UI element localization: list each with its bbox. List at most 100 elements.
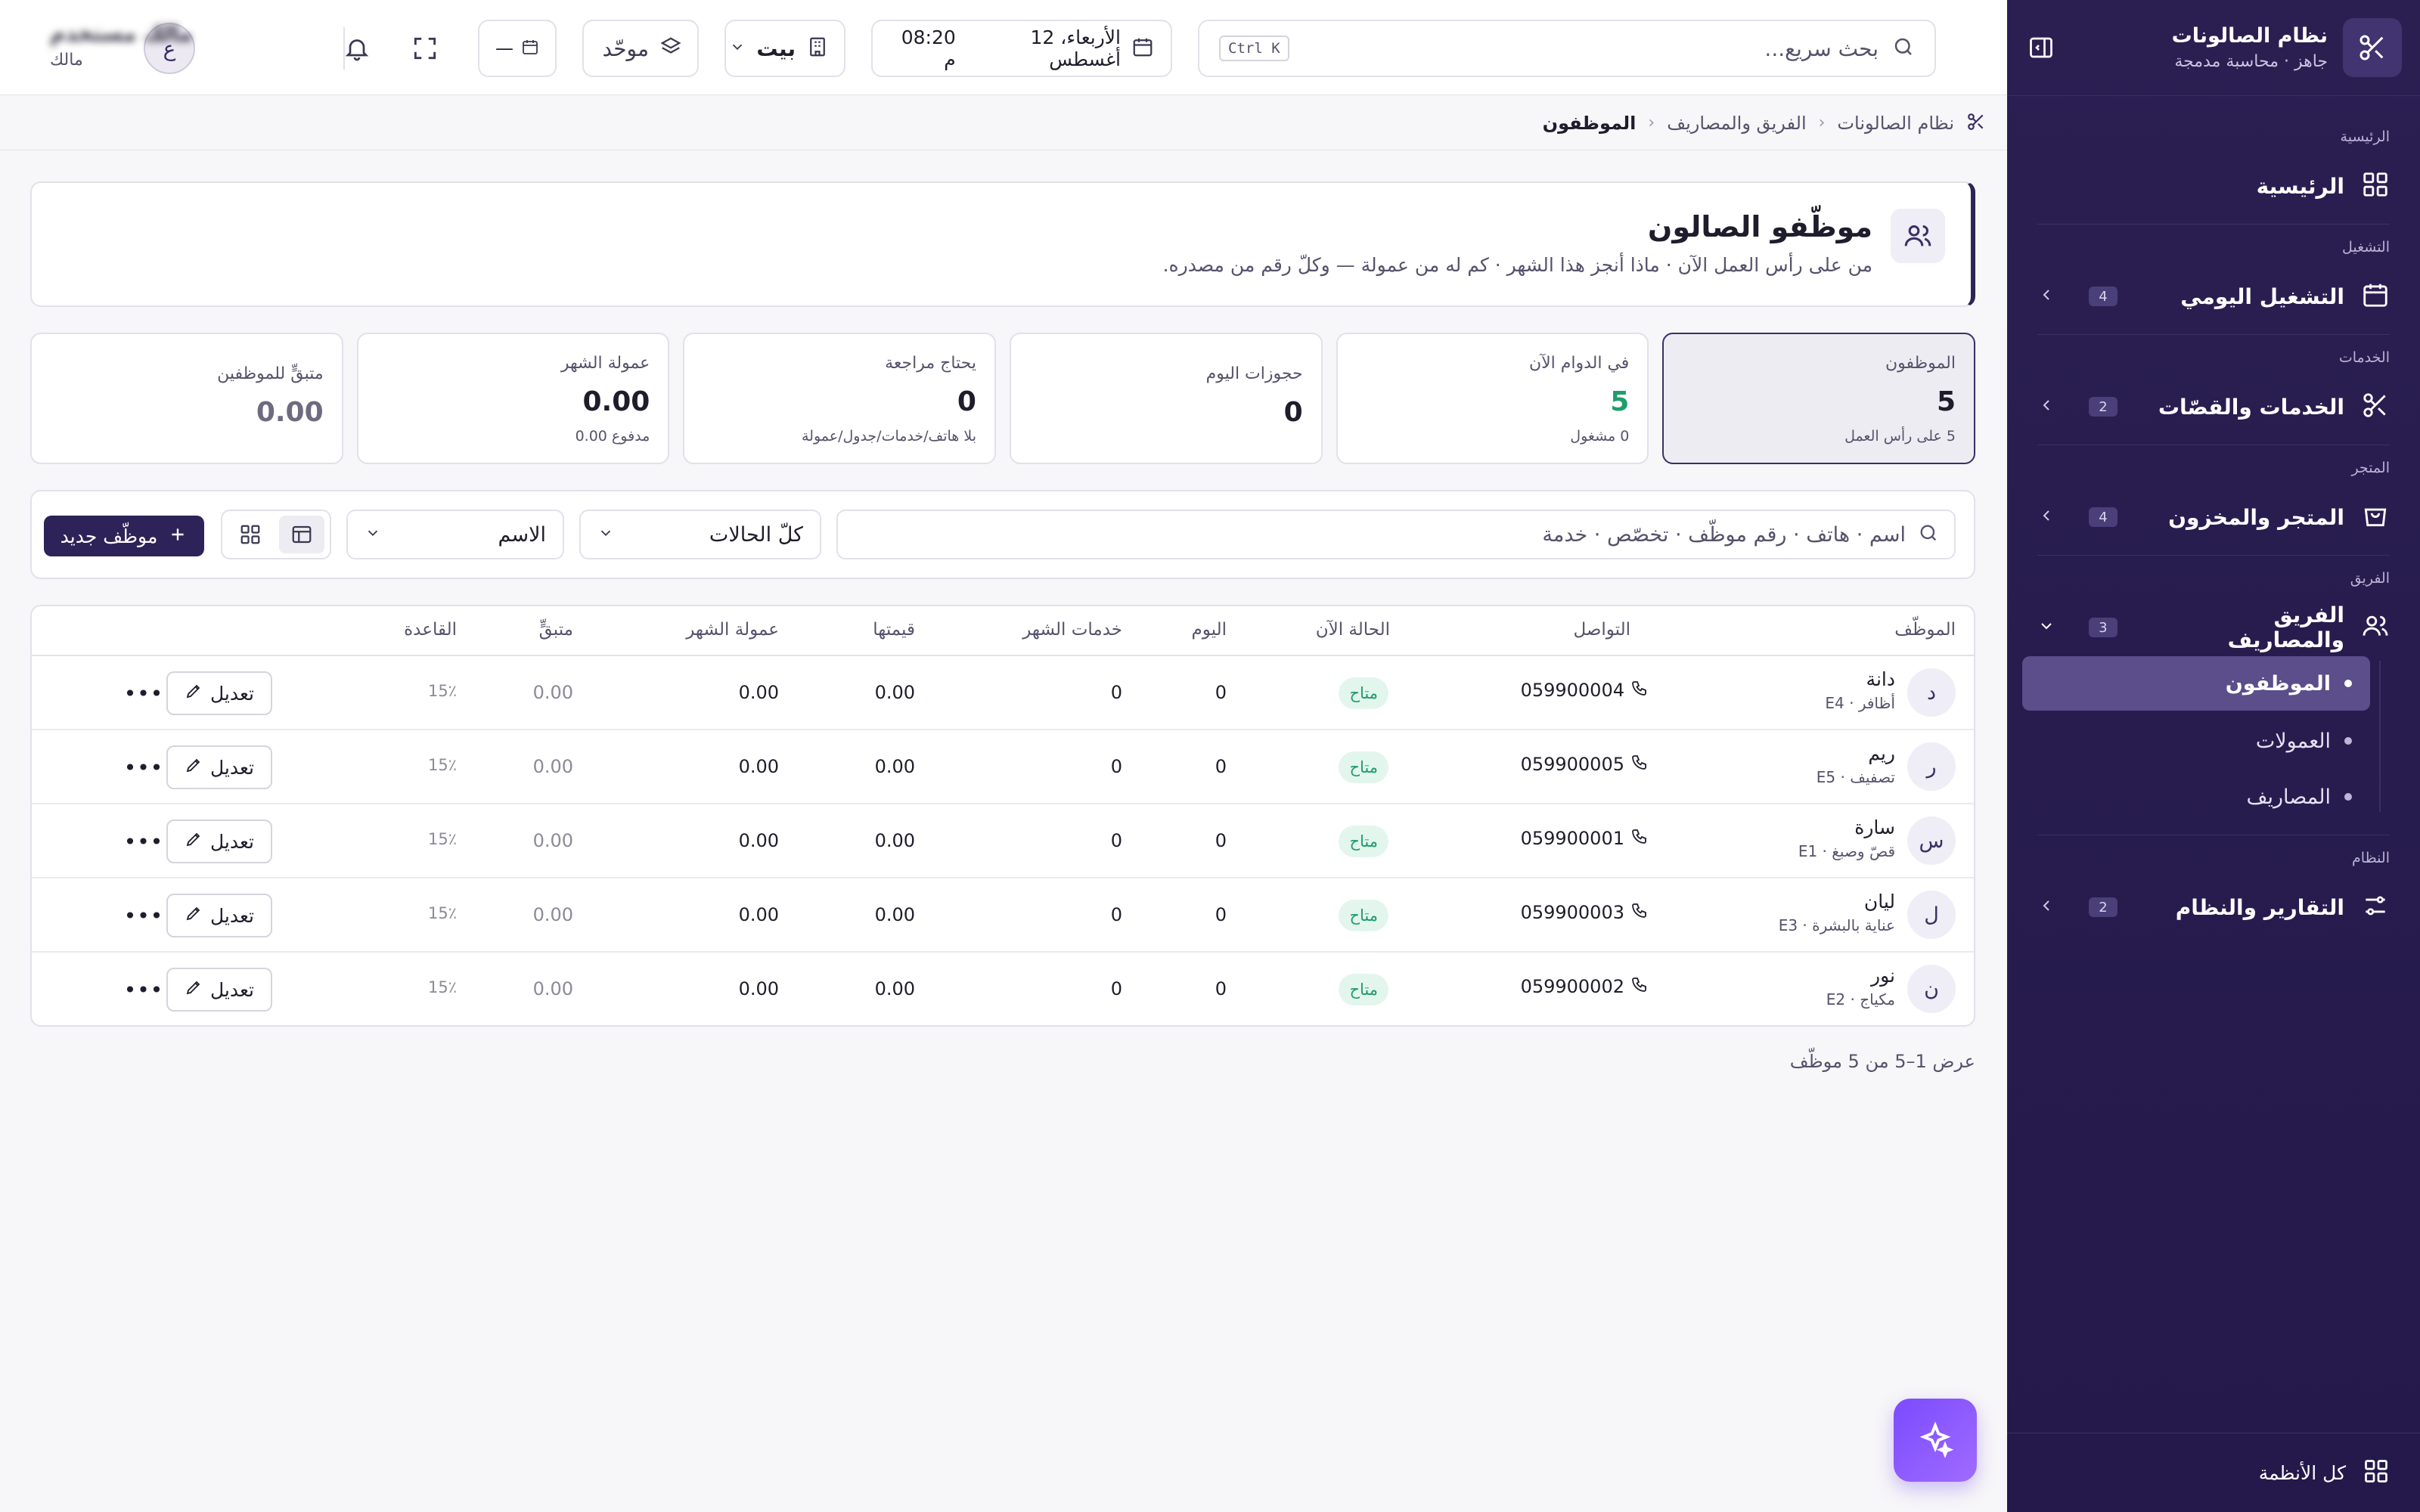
mini-date-picker[interactable]: —	[478, 20, 557, 77]
column-header[interactable]: خدمات الشهر	[1022, 620, 1122, 640]
table-row[interactable]: ر ريم تصفيف · E5 059900005 متاح 0 0 0.00 0.00 0.0…	[32, 730, 1974, 804]
sidebar-item-label: الفريق والمصاريف	[2227, 603, 2344, 652]
kpi-label: الموظفون	[1885, 354, 1956, 373]
phone-number: 059900005	[1520, 754, 1624, 775]
employee-phone[interactable]: 059900004	[1521, 679, 1649, 702]
employee-name[interactable]: ليان	[1864, 891, 1895, 912]
chevron-down-icon	[2037, 617, 2055, 638]
edit-button[interactable]: تعديل	[166, 968, 272, 1012]
new-employee-button[interactable]: موظّف جديد	[44, 516, 204, 556]
sidebar-subitem-expenses[interactable]: المصاريف	[2057, 770, 2370, 824]
breadcrumb-item[interactable]: الفريق والمصاريف	[1667, 113, 1806, 134]
grid-icon	[2363, 1458, 2390, 1488]
column-header[interactable]: اليوم	[1192, 620, 1227, 640]
page-title: موظّفو الصالون	[1647, 210, 1872, 243]
status-badge: متاح	[1339, 751, 1388, 783]
sidebar-item-daily-ops[interactable]: التشغيل اليومي 4	[2037, 275, 2390, 318]
employee-name[interactable]: دانة	[1866, 668, 1895, 690]
more-actions-icon[interactable]: •••	[124, 747, 163, 788]
kpi-employees[interactable]: الموظفون 5 5 على رأس العمل	[1662, 333, 1975, 464]
employee-phone[interactable]: 059900002	[1521, 975, 1649, 998]
sort-select[interactable]: الاسم	[346, 510, 564, 559]
kpi-on-shift[interactable]: في الدوام الآن 5 0 مشغول	[1336, 333, 1649, 464]
quick-search[interactable]: بحث سريع... Ctrl K	[1198, 20, 1936, 77]
branch-select[interactable]: بيت	[724, 20, 845, 77]
status-badge: متاح	[1339, 900, 1388, 931]
kpi-remaining[interactable]: متبقٍّ للموظفين 0.00	[29, 333, 343, 464]
scissors-icon	[2361, 391, 2390, 423]
column-header[interactable]: الموظّف	[1894, 620, 1956, 640]
table-row[interactable]: ن نور مكياج · E2 059900002 متاح 0 0 0.00 0.00 0.0…	[32, 953, 1974, 1025]
sidebar-item-team[interactable]: الفريق والمصاريف 3	[2037, 603, 2390, 652]
employee-name[interactable]: ريم	[1868, 742, 1895, 764]
employee-search-input[interactable]: اسم · هاتف · رقم موظّف · تخصّص · خدمة	[836, 510, 1956, 559]
column-header[interactable]: قيمتها	[873, 620, 915, 640]
fullscreen-icon[interactable]	[401, 24, 449, 73]
kpi-month-commission[interactable]: عمولة الشهر 0.00 مدفوع 0.00	[356, 333, 670, 464]
employee-name[interactable]: سارة	[1854, 816, 1895, 838]
employee-avatar: س	[1907, 816, 1956, 865]
pagination-summary: عرض 1–5 من 5 موظّف	[1789, 1051, 1975, 1072]
table-row[interactable]: ل ليان عناية بالبشرة · E3 059900003 متاح 0 0 0.…	[32, 878, 1974, 953]
column-header[interactable]: متبقٍّ	[539, 620, 573, 640]
divider	[2037, 224, 2390, 225]
calendar-icon	[2361, 280, 2390, 312]
employee-phone[interactable]: 059900001	[1521, 827, 1649, 850]
unified-view-toggle[interactable]: موحّد	[582, 20, 699, 77]
more-actions-icon[interactable]: •••	[124, 969, 163, 1010]
commission-base: 15٪	[427, 904, 457, 922]
more-actions-icon[interactable]: •••	[124, 895, 163, 936]
user-info[interactable]: مالك مستخدم مالك	[50, 21, 254, 70]
table-view-icon[interactable]	[279, 516, 324, 553]
employee-phone[interactable]: 059900003	[1521, 901, 1649, 924]
sidebar-subitem-employees[interactable]: الموظفون	[2022, 656, 2370, 711]
edit-button[interactable]: تعديل	[166, 745, 272, 789]
more-actions-icon[interactable]: •••	[124, 673, 163, 714]
employee-meta: عناية بالبشرة · E3	[1778, 916, 1895, 934]
user-role: مالك	[50, 51, 83, 70]
sidebar-item-label: الرئيسية	[2256, 173, 2344, 199]
month-commission: 0.00	[738, 756, 779, 777]
employee-avatar: د	[1907, 668, 1956, 717]
dot-icon	[2344, 793, 2352, 801]
sidebar-subitem-commissions[interactable]: العمولات	[2057, 714, 2370, 768]
edit-button[interactable]: تعديل	[166, 671, 272, 715]
kpi-needs-review[interactable]: يحتاج مراجعة 0 بلا هاتف/خدمات/جدول/عمولة	[683, 333, 996, 464]
ai-assistant-button[interactable]	[1894, 1399, 1977, 1482]
date-text: الأربعاء، 12 أغسطس	[1030, 26, 1122, 70]
kpi-label: عمولة الشهر	[560, 354, 650, 373]
table-row[interactable]: س سارة قصّ وصبغ · E1 059900001 متاح 0 0 0.00 0.0…	[32, 804, 1974, 878]
employee-name[interactable]: نور	[1871, 965, 1895, 987]
section-system: النظام	[2352, 850, 2390, 866]
column-header[interactable]: عمولة الشهر	[686, 620, 779, 640]
edit-button[interactable]: تعديل	[166, 894, 272, 937]
more-actions-icon[interactable]: •••	[124, 821, 163, 862]
table-row[interactable]: د دانة أظافر · E4 059900004 متاح 0 0 0.00 0.00 0.…	[32, 656, 1974, 730]
filter-toolbar: اسم · هاتف · رقم موظّف · تخصّص · خدمة كل…	[30, 490, 1975, 579]
kpi-value: 0	[957, 386, 976, 417]
column-header[interactable]: التواصل	[1573, 620, 1630, 640]
breadcrumb: نظام الصالونات ‹ الفريق والمصاريف ‹ المو…	[0, 96, 2007, 150]
date-time-display[interactable]: الأربعاء، 12 أغسطس 08:20 م	[871, 20, 1172, 77]
grid-view-icon[interactable]	[228, 516, 273, 553]
bell-icon[interactable]	[333, 24, 381, 73]
today-count: 0	[1215, 904, 1227, 925]
section-home: الرئيسية	[2340, 129, 2390, 145]
kpi-today-bookings[interactable]: حجوزات اليوم 0	[1009, 333, 1323, 464]
breadcrumb-item[interactable]: نظام الصالونات	[1837, 113, 1954, 134]
kpi-label: في الدوام الآن	[1528, 354, 1630, 373]
sidebar-item-reports[interactable]: التقارير والنظام 2	[2037, 886, 2390, 928]
status-filter-select[interactable]: كلّ الحالات	[579, 510, 821, 559]
edit-button[interactable]: تعديل	[166, 820, 272, 863]
sidebar-item-home[interactable]: الرئيسية	[2037, 165, 2390, 207]
sidebar-item-store[interactable]: المتجر والمخزون 4	[2037, 496, 2390, 538]
column-header[interactable]: القاعدة	[404, 620, 457, 640]
kpi-cards: الموظفون 5 5 على رأس العمل في الدوام الآ…	[29, 333, 1975, 464]
sidebar-item-services[interactable]: الخدمات والقصّات 2	[2037, 386, 2390, 428]
services-value: 0.00	[874, 756, 915, 777]
sliders-icon	[2361, 891, 2390, 923]
employee-phone[interactable]: 059900005	[1521, 753, 1649, 776]
sidebar-collapse-icon[interactable]	[2025, 32, 2057, 64]
column-header[interactable]: الحالة الآن	[1316, 620, 1390, 640]
all-systems-link[interactable]: كل الأنظمة	[2037, 1452, 2390, 1494]
